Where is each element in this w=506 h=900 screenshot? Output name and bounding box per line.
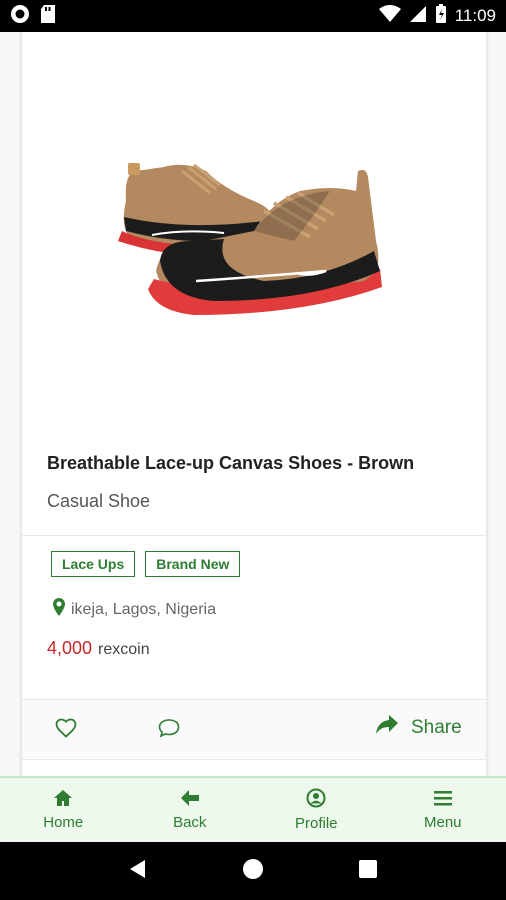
share-icon [375,715,399,740]
menu-icon [433,789,453,812]
nav-profile[interactable]: Profile [253,778,380,842]
heart-icon [55,718,77,743]
system-recents-icon[interactable] [357,858,379,885]
system-nav-bar [0,842,506,900]
system-back-icon[interactable] [127,858,149,885]
wifi-icon [378,4,401,28]
profile-icon [306,788,326,813]
tag-brand-new[interactable]: Brand New [145,551,241,577]
status-time: 11:09 [454,6,496,25]
action-bar: Share [22,699,486,760]
product-category: Casual Shoe [47,491,151,511]
back-arrow-icon [180,789,200,812]
nav-home-label: Home [43,814,84,831]
price-unit: rexcoin [98,641,150,658]
comment-button[interactable] [158,718,180,743]
price-amount: 4,000 [47,638,93,658]
tag-list: Lace Ups Brand New [51,551,241,577]
bottom-nav: Home Back Profile Menu [0,776,506,842]
signal-icon [409,5,427,28]
location-text: ikeja, Lagos, Nigeria [71,600,216,618]
sd-card-icon [40,4,56,29]
tag-lace-ups[interactable]: Lace Ups [51,551,136,577]
system-home-icon[interactable] [242,858,264,885]
product-image[interactable] [22,33,486,428]
nav-menu[interactable]: Menu [380,778,506,842]
product-title: Breathable Lace-up Canvas Shoes - Brown [47,453,415,473]
map-pin-icon [53,598,65,621]
price: 4,000 rexcoin [47,638,150,659]
nav-menu-label: Menu [423,814,462,831]
shoe-illustration [118,162,382,315]
like-button[interactable] [55,718,77,743]
comment-icon [158,718,180,743]
location: ikeja, Lagos, Nigeria [53,598,216,621]
nav-profile-label: Profile [294,815,338,832]
home-icon [53,789,73,812]
content-area[interactable]: Breathable Lace-up Canvas Shoes - Brown … [0,32,506,776]
nav-home[interactable]: Home [0,778,127,842]
share-button[interactable]: Share [375,715,462,740]
product-card: Breathable Lace-up Canvas Shoes - Brown … [21,32,487,776]
share-label: Share [411,716,462,738]
battery-icon [435,3,447,29]
status-bar: 11:09 [0,0,506,32]
divider [22,535,486,536]
nav-back[interactable]: Back [127,778,254,842]
record-icon [10,4,30,29]
nav-back-label: Back [173,814,207,831]
